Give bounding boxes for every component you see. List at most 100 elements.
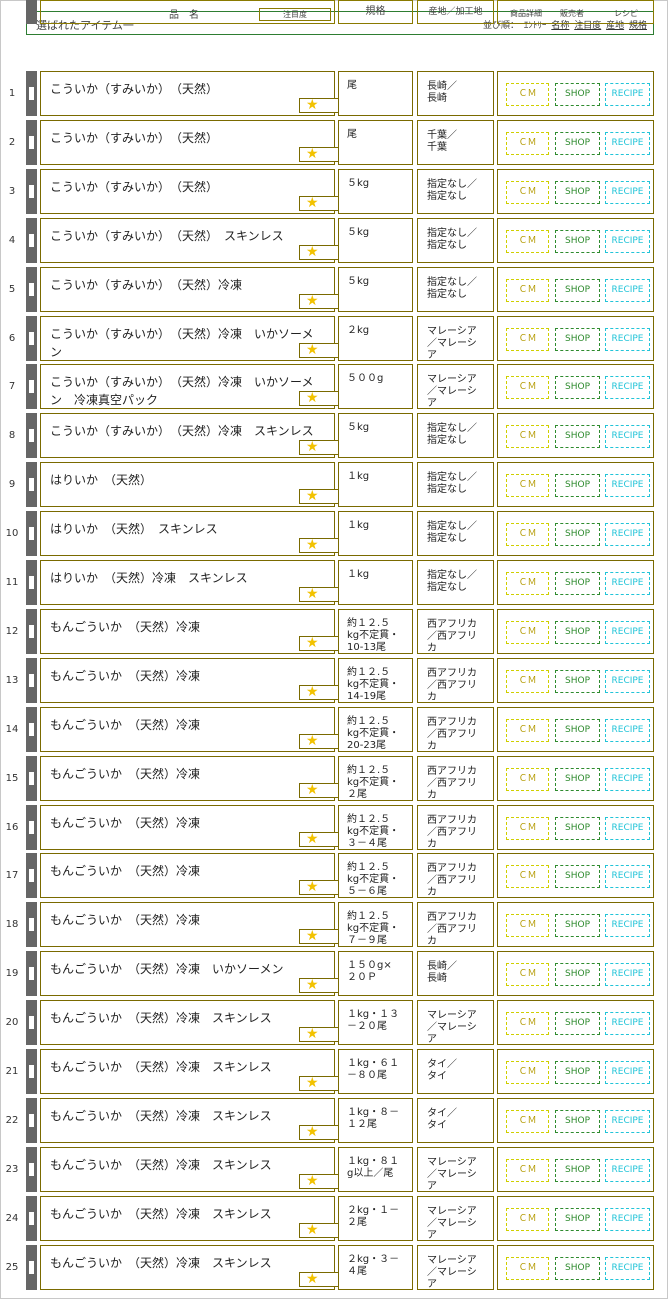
row-select-marker[interactable] [26,71,37,116]
shop-button[interactable]: SHOP [555,279,600,302]
cm-button[interactable]: ＣＭ [506,1061,549,1084]
row-select-marker[interactable] [26,1000,37,1045]
row-select-marker[interactable] [26,609,37,654]
cm-button[interactable]: ＣＭ [506,719,549,742]
recipe-button[interactable]: RECIPE [605,914,650,937]
item-name[interactable]: もんごういか （天然）冷凍 スキンレス [50,1205,320,1223]
item-name[interactable]: もんごういか （天然）冷凍 スキンレス [50,1107,320,1125]
recipe-button[interactable]: RECIPE [605,1257,650,1280]
row-select-marker[interactable] [26,951,37,996]
item-name[interactable]: もんごういか （天然）冷凍 いかソーメン [50,960,320,978]
recipe-button[interactable]: RECIPE [605,1159,650,1182]
shop-button[interactable]: SHOP [555,474,600,497]
shop-button[interactable]: SHOP [555,963,600,986]
shop-button[interactable]: SHOP [555,1257,600,1280]
row-select-marker[interactable] [26,805,37,850]
item-name[interactable]: もんごういか （天然）冷凍 [50,667,320,685]
shop-button[interactable]: SHOP [555,1012,600,1035]
item-name[interactable]: はりいか （天然） スキンレス [50,520,320,538]
cm-button[interactable]: ＣＭ [506,230,549,253]
row-select-marker[interactable] [26,462,37,507]
shop-button[interactable]: SHOP [555,768,600,791]
shop-button[interactable]: SHOP [555,572,600,595]
row-select-marker[interactable] [26,1147,37,1192]
cm-button[interactable]: ＣＭ [506,572,549,595]
recipe-button[interactable]: RECIPE [605,1208,650,1231]
shop-button[interactable]: SHOP [555,1061,600,1084]
cm-button[interactable]: ＣＭ [506,768,549,791]
row-select-marker[interactable] [26,1049,37,1094]
shop-button[interactable]: SHOP [555,621,600,644]
cm-button[interactable]: ＣＭ [506,1159,549,1182]
row-select-marker[interactable] [26,218,37,263]
cm-button[interactable]: ＣＭ [506,523,549,546]
item-name[interactable]: こういか（すみいか） （天然）冷凍 [50,276,320,294]
row-select-marker[interactable] [26,120,37,165]
cm-button[interactable]: ＣＭ [506,1012,549,1035]
row-select-marker[interactable] [26,707,37,752]
shop-button[interactable]: SHOP [555,523,600,546]
item-name[interactable]: もんごういか （天然）冷凍 スキンレス [50,1009,320,1027]
cm-button[interactable]: ＣＭ [506,963,549,986]
item-name[interactable]: もんごういか （天然）冷凍 [50,765,320,783]
shop-button[interactable]: SHOP [555,425,600,448]
recipe-button[interactable]: RECIPE [605,719,650,742]
shop-button[interactable]: SHOP [555,1159,600,1182]
shop-button[interactable]: SHOP [555,328,600,351]
shop-button[interactable]: SHOP [555,181,600,204]
shop-button[interactable]: SHOP [555,914,600,937]
item-name[interactable]: もんごういか （天然）冷凍 スキンレス [50,1254,320,1272]
shop-button[interactable]: SHOP [555,865,600,888]
row-select-marker[interactable] [26,267,37,312]
recipe-button[interactable]: RECIPE [605,621,650,644]
recipe-button[interactable]: RECIPE [605,376,650,399]
item-name[interactable]: こういか（すみいか） （天然）冷凍 いかソーメン [50,325,320,361]
recipe-button[interactable]: RECIPE [605,474,650,497]
shop-button[interactable]: SHOP [555,132,600,155]
row-select-marker[interactable] [26,316,37,361]
shop-button[interactable]: SHOP [555,1208,600,1231]
shop-button[interactable]: SHOP [555,230,600,253]
cm-button[interactable]: ＣＭ [506,1257,549,1280]
item-name[interactable]: もんごういか （天然）冷凍 [50,911,320,929]
row-select-marker[interactable] [26,756,37,801]
cm-button[interactable]: ＣＭ [506,914,549,937]
recipe-button[interactable]: RECIPE [605,83,650,106]
recipe-button[interactable]: RECIPE [605,328,650,351]
recipe-button[interactable]: RECIPE [605,963,650,986]
row-select-marker[interactable] [26,413,37,458]
shop-button[interactable]: SHOP [555,83,600,106]
recipe-button[interactable]: RECIPE [605,1012,650,1035]
recipe-button[interactable]: RECIPE [605,230,650,253]
shop-button[interactable]: SHOP [555,719,600,742]
recipe-button[interactable]: RECIPE [605,768,650,791]
cm-button[interactable]: ＣＭ [506,1208,549,1231]
item-name[interactable]: こういか（すみいか） （天然）冷凍 スキンレス [50,422,320,440]
row-select-marker[interactable] [26,364,37,409]
cm-button[interactable]: ＣＭ [506,621,549,644]
recipe-button[interactable]: RECIPE [605,865,650,888]
shop-button[interactable]: SHOP [555,376,600,399]
cm-button[interactable]: ＣＭ [506,132,549,155]
cm-button[interactable]: ＣＭ [506,1110,549,1133]
item-name[interactable]: もんごういか （天然）冷凍 [50,716,320,734]
cm-button[interactable]: ＣＭ [506,817,549,840]
cm-button[interactable]: ＣＭ [506,865,549,888]
row-select-marker[interactable] [26,560,37,605]
cm-button[interactable]: ＣＭ [506,279,549,302]
row-select-marker[interactable] [26,1245,37,1290]
cm-button[interactable]: ＣＭ [506,474,549,497]
recipe-button[interactable]: RECIPE [605,523,650,546]
recipe-button[interactable]: RECIPE [605,425,650,448]
item-name[interactable]: こういか（すみいか） （天然） [50,129,320,147]
recipe-button[interactable]: RECIPE [605,1061,650,1084]
row-select-marker[interactable] [26,1196,37,1241]
item-name[interactable]: こういか（すみいか） （天然） スキンレス [50,227,320,245]
cm-button[interactable]: ＣＭ [506,181,549,204]
item-name[interactable]: こういか（すみいか） （天然）冷凍 いかソーメン 冷凍真空パック [50,373,320,409]
item-name[interactable]: はりいか （天然）冷凍 スキンレス [50,569,320,587]
cm-button[interactable]: ＣＭ [506,376,549,399]
shop-button[interactable]: SHOP [555,1110,600,1133]
recipe-button[interactable]: RECIPE [605,1110,650,1133]
item-name[interactable]: もんごういか （天然）冷凍 [50,814,320,832]
